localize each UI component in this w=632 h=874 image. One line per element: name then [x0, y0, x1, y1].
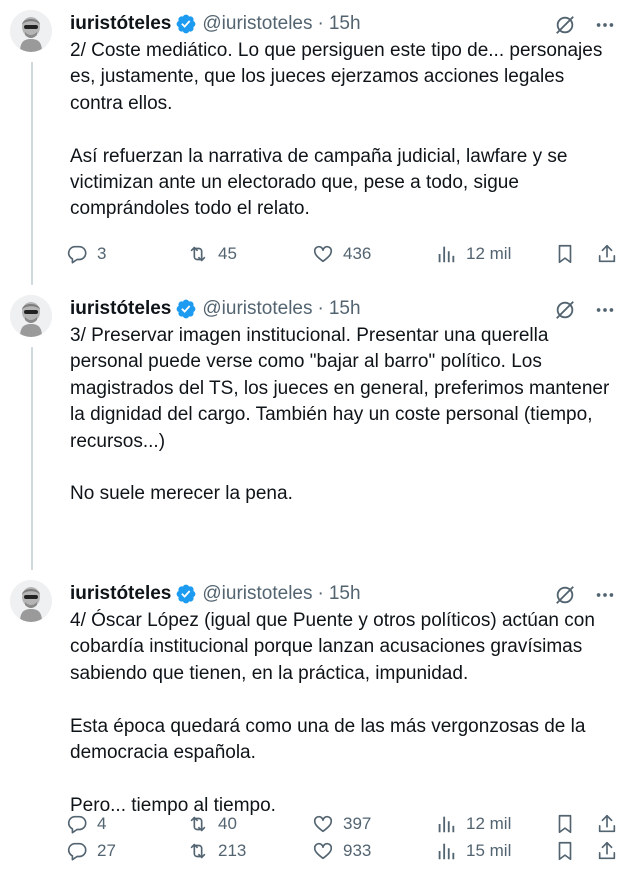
- author-handle[interactable]: @iuristoteles: [202, 582, 312, 606]
- separator: ·: [317, 298, 324, 319]
- reply-count: 27: [97, 841, 116, 860]
- reply-button[interactable]: 3: [66, 241, 106, 267]
- like-button[interactable]: 933: [312, 838, 371, 864]
- views-icon: [438, 843, 455, 860]
- verified-badge-icon: [176, 584, 196, 604]
- like-count: 933: [343, 841, 372, 860]
- separator: ·: [317, 583, 324, 604]
- separator: ·: [317, 13, 324, 34]
- reply-icon: [67, 842, 87, 861]
- share-button[interactable]: [596, 241, 618, 267]
- share-button[interactable]: [596, 838, 618, 864]
- like-count: 436: [343, 244, 372, 263]
- retweet-button[interactable]: 213: [187, 838, 246, 864]
- tweet-paragraph: Así refuerzan la narrativa de campaña ju…: [70, 145, 568, 220]
- avatar[interactable]: [10, 580, 52, 622]
- author-handle[interactable]: @iuristoteles: [202, 12, 312, 36]
- heart-icon: [313, 245, 333, 263]
- bookmark-button[interactable]: [554, 838, 576, 864]
- retweet-count: 45: [218, 244, 237, 263]
- verified-badge-icon: [176, 299, 196, 319]
- tweet[interactable]: iuristóteles @iuristoteles · 15h 4/ Ósca…: [0, 570, 632, 874]
- tweet-header: iuristóteles @iuristoteles · 15h: [70, 582, 620, 606]
- avatar-column: [10, 295, 54, 337]
- views-button[interactable]: 12 mil: [435, 241, 511, 267]
- tweet-paragraph: 3/ Preservar imagen institucional. Prese…: [70, 325, 610, 452]
- bookmark-icon: [558, 841, 572, 861]
- grok-icon[interactable]: [554, 584, 576, 606]
- tweet-paragraph: Pero... tiempo al tiempo.: [70, 794, 276, 816]
- retweet-icon: [190, 843, 206, 859]
- views-button[interactable]: 15 mil: [435, 838, 511, 864]
- author-name[interactable]: iuristóteles: [70, 12, 171, 36]
- avatar-column: [10, 10, 54, 52]
- retweet-icon: [190, 246, 206, 262]
- timestamp[interactable]: 15h: [329, 12, 361, 36]
- author-name[interactable]: iuristóteles: [70, 297, 171, 321]
- more-icon[interactable]: [594, 299, 616, 321]
- retweet-count: 213: [218, 841, 247, 860]
- more-icon[interactable]: [594, 14, 616, 36]
- author-handle[interactable]: @iuristoteles: [202, 297, 312, 321]
- verified-badge-icon: [176, 14, 196, 34]
- bookmark-icon: [558, 244, 572, 264]
- tweet-text: 4/ Óscar López (igual que Puente y otros…: [70, 608, 620, 819]
- views-icon: [438, 246, 455, 263]
- tweet[interactable]: iuristóteles @iuristoteles · 15h 3/ Pres…: [0, 285, 632, 834]
- tweet-paragraph: No suele merecer la pena.: [70, 483, 293, 505]
- grok-icon[interactable]: [554, 14, 576, 36]
- grok-icon[interactable]: [554, 299, 576, 321]
- tweet-header: iuristóteles @iuristoteles · 15h: [70, 297, 620, 321]
- heart-icon: [313, 842, 333, 860]
- avatar[interactable]: [10, 10, 52, 52]
- tweet-text: 3/ Preservar imagen institucional. Prese…: [70, 323, 620, 508]
- author-name[interactable]: iuristóteles: [70, 582, 171, 606]
- tweet-paragraph: Esta época quedará como una de las más v…: [70, 715, 586, 764]
- tweet-header: iuristóteles @iuristoteles · 15h: [70, 12, 620, 36]
- tweet-thread: iuristóteles @iuristoteles · 15h 2/ Cost…: [0, 0, 632, 874]
- thread-connector: [31, 62, 33, 285]
- reply-button[interactable]: 27: [66, 838, 116, 864]
- reply-count: 3: [97, 244, 107, 263]
- retweet-button[interactable]: 45: [187, 241, 237, 267]
- share-icon: [598, 244, 616, 263]
- tweet-actions: 3 45 436 12 mil: [66, 241, 622, 267]
- timestamp[interactable]: 15h: [329, 582, 361, 606]
- like-button[interactable]: 436: [312, 241, 371, 267]
- timestamp[interactable]: 15h: [329, 297, 361, 321]
- tweet-paragraph: 4/ Óscar López (igual que Puente y otros…: [70, 610, 595, 684]
- avatar[interactable]: [10, 295, 52, 337]
- avatar-column: [10, 580, 54, 622]
- bookmark-button[interactable]: [554, 241, 576, 267]
- views-count: 15 mil: [466, 841, 512, 860]
- tweet[interactable]: iuristóteles @iuristoteles · 15h 2/ Cost…: [0, 0, 632, 285]
- views-count: 12 mil: [466, 244, 512, 263]
- more-icon[interactable]: [594, 584, 616, 606]
- thread-connector: [31, 347, 33, 570]
- reply-icon: [67, 245, 87, 264]
- share-icon: [598, 841, 616, 860]
- tweet-text: 2/ Coste mediático. Lo que persiguen est…: [70, 38, 620, 223]
- tweet-actions: 27 213 933 15 mil: [66, 838, 622, 864]
- tweet-paragraph: 2/ Coste mediático. Lo que persiguen est…: [70, 40, 603, 114]
